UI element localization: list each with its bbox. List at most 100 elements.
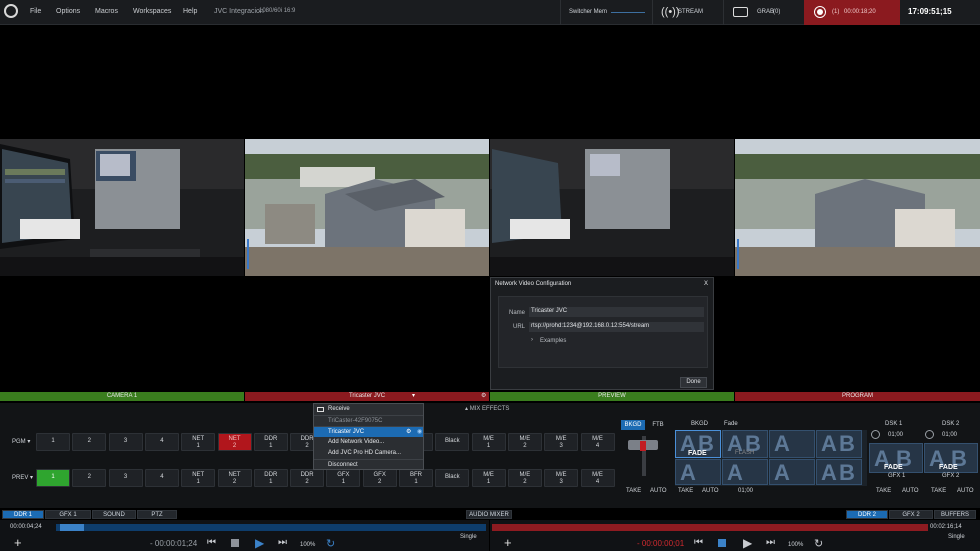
flash-transition-tile[interactable]: A B FLASH (722, 430, 768, 458)
prev-source-button[interactable]: Black (435, 469, 470, 487)
monitor-camera1[interactable] (0, 139, 244, 276)
next-icon[interactable]: ⏭ (278, 537, 287, 548)
ddr1-speed[interactable]: 100% (300, 542, 315, 548)
pgm-label[interactable]: PGM ▾ (12, 438, 30, 445)
dsk2-fade-tile[interactable]: A B FADE (924, 443, 978, 473)
prev-source-button[interactable]: BFR 1 (399, 469, 433, 487)
prev-source-button[interactable]: M/E 4 (580, 469, 615, 487)
dsk2-label[interactable]: DSK 2 (942, 421, 959, 427)
move-icon[interactable] (871, 430, 880, 439)
dsk1-auto-button[interactable]: AUTO (902, 488, 919, 494)
prev-source-button[interactable]: M/E 2 (507, 469, 542, 487)
pgm-source-button[interactable]: M/E 2 (507, 433, 542, 451)
mix-effects-toggle[interactable]: ▴ MIX EFFECTS (465, 405, 509, 412)
url-field[interactable]: rtsp://prohd:1234@192.168.0.12:554/strea… (529, 322, 704, 332)
bkgd-button[interactable]: BKGD (621, 420, 645, 430)
prev-source-button[interactable]: 3 (108, 469, 143, 487)
wipe-transition-tile-5[interactable]: A (769, 459, 815, 485)
label-program[interactable]: PROGRAM (735, 392, 980, 401)
ddr1-single-mode[interactable]: Single (460, 534, 477, 540)
ftb-button[interactable]: FTB (648, 420, 668, 430)
monitor-tricaster-jvc[interactable] (245, 139, 489, 276)
dsk2-take-button[interactable]: TAKE (931, 488, 946, 494)
pgm-source-button[interactable]: M/E 4 (580, 433, 615, 451)
record-button[interactable]: (1) 00:00:18;20 (804, 0, 900, 25)
dsk1-take-button[interactable]: TAKE (876, 488, 891, 494)
prev-source-button[interactable]: 4 (144, 469, 179, 487)
ddr2-stop-icon[interactable] (718, 539, 726, 547)
wipe-transition-tile-3[interactable]: A (675, 459, 721, 485)
fade-transition-tile[interactable]: A B FADE (675, 430, 721, 458)
tab-ddr-1[interactable]: DDR 1 (2, 510, 44, 519)
pgm-source-button[interactable]: M/E 1 (471, 433, 506, 451)
wipe-transition-tile-6[interactable]: AB (816, 459, 862, 485)
dsk1-fade-tile[interactable]: A B FADE (869, 443, 923, 473)
dsk1-duration[interactable]: 01;00 (888, 432, 903, 438)
source-id-item[interactable]: TriCaster-42F9075C (314, 415, 423, 426)
receive-item[interactable]: Receive (314, 404, 423, 415)
wipe-transition-tile-1[interactable]: A (769, 430, 815, 458)
ddr2-next-icon[interactable]: ⏭ (766, 537, 775, 548)
bkgd-auto-button[interactable]: AUTO (702, 488, 719, 494)
pgm-source-button[interactable]: 2 (72, 433, 107, 451)
gear-icon[interactable]: ⚙ (406, 427, 411, 438)
pgm-source-button[interactable]: 3 (108, 433, 143, 451)
dsk1-label[interactable]: DSK 1 (885, 421, 902, 427)
pgm-source-button[interactable]: Black (435, 433, 470, 451)
prev-label[interactable]: PREV ▾ (12, 474, 33, 481)
examples-chevron-icon[interactable]: › (531, 337, 533, 343)
stop-icon[interactable] (231, 539, 239, 547)
monitor-program[interactable] (735, 139, 980, 276)
label-tricaster-jvc[interactable]: Tricaster JVC ▾ ⚙ (245, 392, 489, 401)
label-preview[interactable]: PREVIEW (490, 392, 734, 401)
prev-source-button[interactable]: 2 (72, 469, 107, 487)
menu-macros[interactable]: Macros (95, 8, 118, 15)
tab-buffers[interactable]: BUFFERS (934, 510, 976, 519)
bkgd-take-button[interactable]: TAKE (678, 488, 693, 494)
loop-icon[interactable]: ↻ (326, 537, 335, 550)
monitor-preview[interactable] (490, 139, 734, 276)
ddr2-scrub-bar[interactable] (492, 524, 928, 531)
play-icon[interactable]: ▶ (255, 536, 264, 550)
prev-source-button[interactable]: 1 (36, 469, 70, 487)
pgm-source-button[interactable]: 4 (144, 433, 179, 451)
stream-button[interactable]: ((•)) STREAM (652, 0, 723, 25)
prev-source-button[interactable]: NET 1 (181, 469, 216, 487)
settings-dot-icon[interactable]: ◉ (417, 427, 422, 438)
tab-gfx-2[interactable]: GFX 2 (889, 510, 933, 519)
pgm-source-button[interactable]: 1 (36, 433, 70, 451)
dsk1-source[interactable]: GFX 1 (888, 473, 905, 479)
pgm-source-button[interactable]: M/E 3 (544, 433, 579, 451)
menu-file[interactable]: File (30, 8, 41, 15)
tab-gfx-1[interactable]: GFX 1 (45, 510, 91, 519)
previous-icon[interactable]: ⏮ (207, 537, 216, 548)
add-network-video-item[interactable]: Add Network Video... (314, 437, 423, 448)
ddr2-loop-icon[interactable]: ↻ (814, 537, 823, 550)
add-clip-icon[interactable]: + (14, 535, 22, 550)
prev-source-button[interactable]: NET 2 (217, 469, 252, 487)
ddr2-single-mode[interactable]: Single (948, 534, 965, 540)
menu-help[interactable]: Help (183, 8, 197, 15)
ddr2-add-clip-icon[interactable]: + (504, 535, 512, 550)
tab-audio-mixer[interactable]: AUDIO MIXER (466, 510, 512, 519)
app-logo-icon[interactable] (4, 4, 18, 18)
prev-source-button[interactable]: DDR 1 (253, 469, 288, 487)
disconnect-item[interactable]: Disconnect (314, 459, 423, 470)
grab-button[interactable]: GRAB (0) (723, 0, 803, 25)
close-icon[interactable]: X (704, 281, 708, 287)
dsk2-duration[interactable]: 01;00 (942, 432, 957, 438)
ddr2-previous-icon[interactable]: ⏮ (694, 537, 703, 548)
dsk2-auto-button[interactable]: AUTO (957, 488, 974, 494)
prev-source-button[interactable]: DDR 2 (290, 469, 325, 487)
dsk-move-icon-2[interactable] (925, 430, 934, 439)
wipe-transition-tile-2[interactable]: AB (816, 430, 862, 458)
examples-toggle[interactable]: Examples (540, 338, 566, 344)
dsk2-source[interactable]: GFX 2 (942, 473, 959, 479)
pgm-source-button[interactable]: NET 2 (217, 433, 252, 451)
prev-source-button[interactable]: M/E 1 (471, 469, 506, 487)
label-camera1[interactable]: CAMERA 1 (0, 392, 244, 401)
menu-workspaces[interactable]: Workspaces (133, 8, 171, 15)
tab-ptz[interactable]: PTZ (137, 510, 177, 519)
tab-ddr-2[interactable]: DDR 2 (846, 510, 888, 519)
switcher-mem-panel[interactable]: Switcher Mem (560, 0, 652, 25)
